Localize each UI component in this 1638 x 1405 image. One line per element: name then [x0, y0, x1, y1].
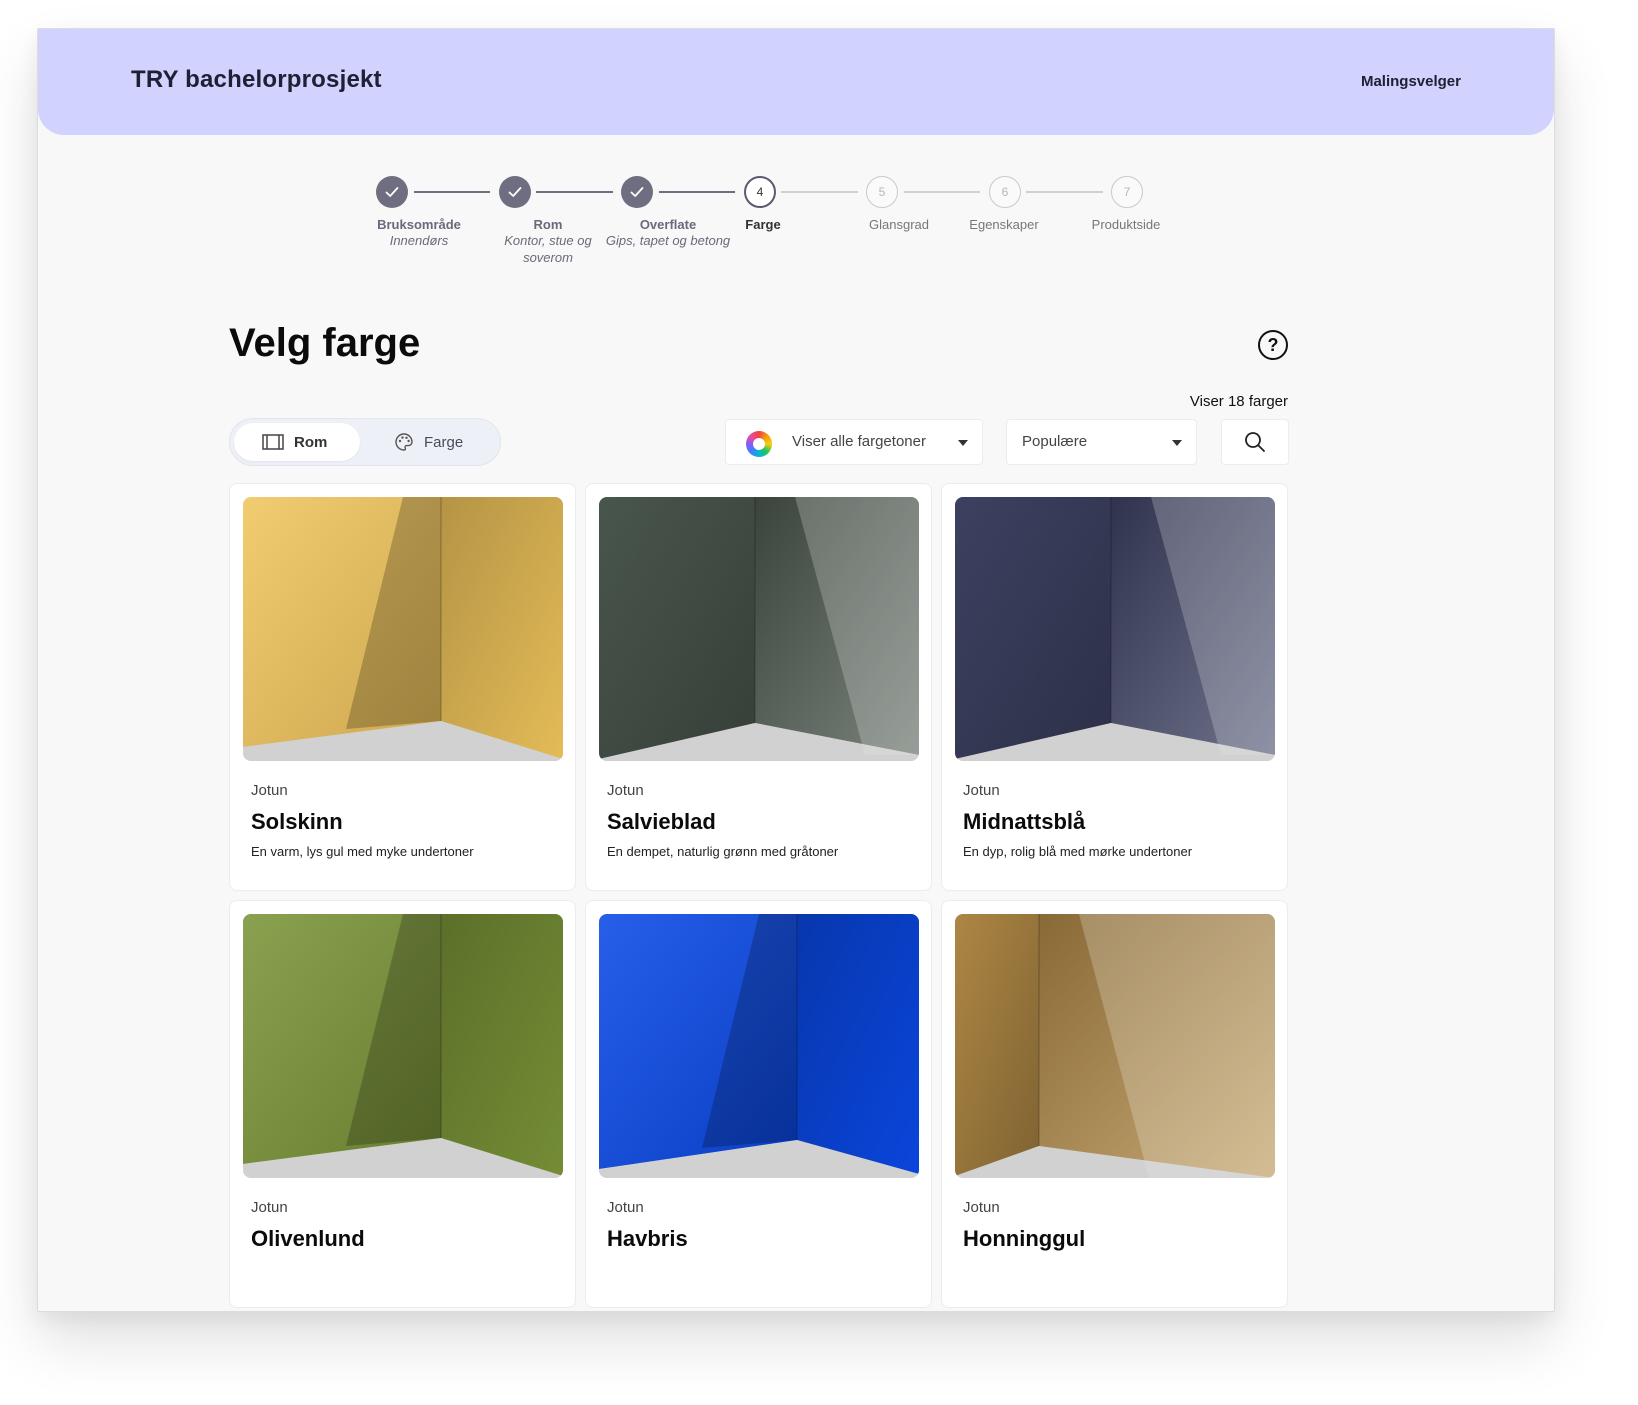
- room-preview-image: [955, 914, 1275, 1178]
- card-color-name: Solskinn: [251, 809, 343, 834]
- chevron-down-icon: [958, 440, 968, 446]
- toggle-rom-label: Rom: [294, 433, 328, 451]
- toggle-farge-label: Farge: [424, 433, 464, 451]
- app-window: TRY bachelorprosjekt Malingsvelger 4 5 6…: [37, 28, 1555, 1312]
- step-3-complete[interactable]: [621, 176, 653, 208]
- room-icon: [262, 434, 284, 450]
- card-description: En dyp, rolig blå med mørke undertoner: [963, 844, 1193, 859]
- room-preview-image: [955, 497, 1275, 761]
- room-preview-image: [243, 497, 563, 761]
- step-6-text: Egenskaper: [934, 217, 1074, 232]
- color-card[interactable]: Jotun Midnattsblå En dyp, rolig blå med …: [941, 483, 1288, 891]
- color-card[interactable]: Jotun Salvieblad En dempet, naturlig grø…: [585, 483, 932, 891]
- card-brand: Jotun: [251, 1199, 288, 1216]
- step-2-text: Rom Kontor, stue og soverom: [478, 217, 618, 266]
- step-2-complete[interactable]: [499, 176, 531, 208]
- card-description: En varm, lys gul med myke undertoner: [251, 844, 474, 859]
- page-title: Velg farge: [229, 321, 421, 365]
- card-brand: Jotun: [251, 782, 288, 799]
- palette-icon: [395, 433, 413, 451]
- nav-link-malingsvelger[interactable]: Malingsvelger: [1361, 73, 1461, 90]
- color-wheel-icon: [746, 431, 772, 457]
- sort-value: Populære: [1022, 433, 1088, 450]
- step-label: Farge: [745, 217, 781, 232]
- card-color-name: Olivenlund: [251, 1226, 365, 1251]
- chevron-down-icon: [1172, 440, 1182, 446]
- step-label: Produktside: [1091, 217, 1161, 232]
- sort-select[interactable]: Populære: [1006, 419, 1197, 465]
- step-connector: [781, 191, 858, 193]
- card-color-name: Honninggul: [963, 1226, 1086, 1251]
- step-1-text: Bruksområde Innendørs: [349, 217, 489, 249]
- card-color-name: Salvieblad: [607, 809, 716, 834]
- step-4-current: 4: [744, 176, 776, 208]
- color-card[interactable]: Jotun Olivenlund: [229, 900, 576, 1308]
- step-sublabel: Innendørs: [389, 233, 449, 248]
- check-icon: [385, 187, 399, 197]
- step-connector: [904, 191, 980, 193]
- step-connector: [536, 191, 613, 193]
- step-label: Rom: [533, 217, 563, 232]
- color-count: Viser 18 farger: [1189, 393, 1288, 410]
- tone-filter-select[interactable]: Viser alle fargetoner: [725, 419, 983, 465]
- step-connector: [414, 191, 490, 193]
- step-label: Bruksområde: [377, 217, 461, 232]
- step-connector: [1026, 191, 1103, 193]
- search-icon: [1245, 432, 1265, 452]
- card-brand: Jotun: [963, 1199, 1000, 1216]
- check-icon: [508, 187, 522, 197]
- card-description: En dempet, naturlig grønn med gråtoner: [607, 844, 839, 859]
- brand-title[interactable]: TRY bachelorprosjekt: [131, 66, 382, 94]
- step-1-complete[interactable]: [376, 176, 408, 208]
- search-button[interactable]: [1221, 419, 1289, 465]
- color-card[interactable]: Jotun Solskinn En varm, lys gul med myke…: [229, 483, 576, 891]
- step-connector: [659, 191, 735, 193]
- check-icon: [630, 187, 644, 197]
- view-toggle: Rom Farge: [229, 418, 501, 466]
- step-4-text: Farge: [693, 217, 833, 232]
- card-brand: Jotun: [963, 782, 1000, 799]
- step-label: Egenskaper: [969, 217, 1039, 232]
- card-color-name: Havbris: [607, 1226, 688, 1251]
- header: TRY bachelorprosjekt Malingsvelger: [38, 29, 1554, 135]
- color-card[interactable]: Jotun Havbris: [585, 900, 932, 1308]
- help-button[interactable]: ?: [1258, 330, 1288, 360]
- card-color-name: Midnattsblå: [963, 809, 1086, 834]
- room-preview-image: [243, 914, 563, 1178]
- step-sublabel: Gips, tapet og betong: [605, 233, 731, 248]
- card-brand: Jotun: [607, 782, 644, 799]
- toggle-farge[interactable]: Farge: [394, 423, 494, 461]
- step-7-text: Produktside: [1056, 217, 1196, 232]
- tone-filter-value: Viser alle fargetoner: [792, 433, 926, 450]
- color-card[interactable]: Jotun Honninggul: [941, 900, 1288, 1308]
- step-5: 5: [866, 176, 898, 208]
- step-6: 6: [989, 176, 1021, 208]
- room-preview-image: [599, 497, 919, 761]
- room-preview-image: [599, 914, 919, 1178]
- toggle-rom[interactable]: Rom: [234, 423, 360, 461]
- question-circle-icon: ?: [1267, 334, 1279, 355]
- card-brand: Jotun: [607, 1199, 644, 1216]
- step-7: 7: [1111, 176, 1143, 208]
- step-sublabel: Kontor, stue og soverom: [504, 233, 592, 265]
